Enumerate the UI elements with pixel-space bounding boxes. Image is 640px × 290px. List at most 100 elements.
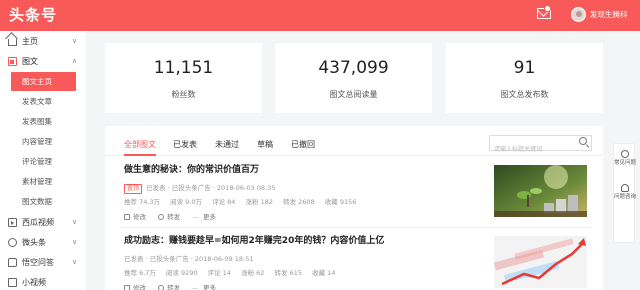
sidebar-item-mini-video[interactable]: 小视频 [0,273,86,290]
article-thumbnail[interactable] [494,236,587,288]
sidebar-sub-article-home[interactable]: 图文主页 [11,72,76,91]
chevron-up-icon: ∧ [72,57,78,65]
sidebar: 主页 ∨ 图文 ∧ 图文主页 发表文章 发表图集 内容管理 评论管理 素材管理 … [0,31,86,290]
stat-card-publications: 91 图文总发布数 [446,43,603,113]
stat-card-reads: 437,099 图文总阅读量 [275,43,432,113]
sidebar-item-label: 西瓜视频 [22,218,54,227]
share-button[interactable]: 转发 [158,283,180,290]
sidebar-item-label: 图文 [22,57,38,66]
more-icon: ··· [192,215,198,222]
sidebar-sub-material-management[interactable]: 素材管理 [11,172,76,191]
share-icon [158,285,165,290]
article-actions: 修改 转发 ··· 更多 [124,212,226,224]
sidebar-item-label: 悟空问答 [22,258,54,267]
stat-comments: 评论 14 [207,269,232,277]
article-status: 已发表 · 已投头条广告 · 2018-06-03 08:35 [146,184,276,192]
sidebar-item-label: 小视频 [22,278,46,287]
article-stats: 推荐 6.7万 阅读 9290 评论 14 涨粉 62 转发 615 收藏 14 [124,268,343,278]
sidebar-sub-publish-article[interactable]: 发表文章 [11,92,76,111]
more-button[interactable]: ··· 更多 [192,283,216,290]
stat-recommend: 推荐 6.7万 [124,269,156,277]
sidebar-sub-publish-gallery[interactable]: 发表图集 [11,112,76,131]
stat-new-followers: 涨粉 182 [245,198,274,206]
search-input[interactable] [490,142,565,157]
search-box[interactable] [489,135,592,157]
article-actions: 修改 转发 ··· 更多 [124,283,226,290]
chevron-down-icon: ∨ [72,37,78,45]
chevron-down-icon: ∨ [72,238,78,246]
avatar[interactable] [571,7,586,22]
share-label: 转发 [167,284,181,290]
sidebar-sub-comment-management[interactable]: 评论管理 [11,152,76,171]
help-icon [621,150,629,158]
active-tab-indicator [124,154,156,156]
headset-icon [621,184,629,192]
home-icon [8,39,17,46]
tab-all-articles[interactable]: 全部图文 [124,139,156,151]
sidebar-item-articles[interactable]: 图文 ∧ [0,52,86,71]
share-button[interactable]: 转发 [158,212,180,222]
stat-label: 图文总发布数 [500,90,549,99]
stat-favorites: 收藏 9156 [324,198,357,206]
search-icon[interactable] [579,137,587,145]
more-label: 更多 [202,284,216,290]
stat-label: 图文总阅读量 [329,90,378,99]
article-title[interactable]: 做生意的秘诀：你的常识价值百万 [124,164,259,177]
sidebar-item-label: 微头条 [22,238,46,247]
top-header: 头条号 发现生腾科 [0,0,640,31]
sidebar-item-wukong-qa[interactable]: 悟空问答 ∨ [0,253,86,272]
article-thumbnail[interactable] [494,165,587,217]
article-stats: 推荐 74.3万 阅读 9.0万 评论 84 涨粉 182 转发 2608 收藏… [124,197,364,207]
faq-label: 常见问题 [614,160,637,166]
sidebar-item-label: 主页 [22,37,38,46]
tab-drafts[interactable]: 草稿 [257,139,273,151]
tab-published[interactable]: 已发表 [173,139,197,151]
username[interactable]: 发现生腾科 [590,9,628,21]
edit-button[interactable]: 修改 [124,283,146,290]
chevron-down-icon: ∨ [72,258,78,266]
edit-icon [124,285,130,290]
stat-shares: 转发 2608 [283,198,315,206]
more-icon: ··· [192,286,198,290]
article-meta: 已发表 · 已投头条广告 · 2018-06-09 18:51 [124,255,254,263]
article-row: 做生意的秘诀：你的常识价值百万 置顶 已发表 · 已投头条广告 · 2018-06… [105,157,603,228]
article-row: 成功励志：赚钱要趁早=如何用2年赚完20年的钱？内容价值上亿 已发表 · 已投头… [105,228,603,290]
video-icon [8,218,17,227]
consult-button[interactable]: 问题咨询 [614,184,636,201]
stat-value: 91 [513,58,536,78]
stat-reads: 阅读 9290 [165,269,198,277]
more-button[interactable]: ··· 更多 [192,212,216,224]
article-panel: 全部图文 已发表 未通过 草稿 已撤回 做生意的秘诀：你的常识价值百万 置顶已发… [105,126,603,290]
more-label: 更多 [202,213,216,221]
sidebar-sub-article-data[interactable]: 图文数据 [11,192,76,211]
stat-reads: 阅读 9.0万 [170,198,203,206]
stat-card-followers: 11,151 粉丝数 [105,43,262,113]
stat-recommend: 推荐 74.3万 [124,198,161,206]
stat-label: 粉丝数 [171,90,196,99]
logo[interactable]: 头条号 [9,5,57,25]
stat-comments: 评论 84 [212,198,236,206]
edit-label: 修改 [133,213,146,221]
chevron-down-icon: ∨ [72,218,78,226]
stat-new-followers: 涨粉 62 [241,269,265,277]
stat-shares: 转发 615 [274,269,302,277]
edit-button[interactable]: 修改 [124,212,146,222]
stat-favorites: 收藏 14 [312,269,336,277]
mini-video-icon [8,278,17,287]
sidebar-sub-content-management[interactable]: 内容管理 [11,132,76,151]
edit-label: 修改 [133,284,146,290]
sidebar-item-micro-headline[interactable]: 微头条 ∨ [0,233,86,252]
stat-value: 437,099 [318,58,389,78]
notification-badge [544,5,551,12]
document-icon [8,57,17,66]
consult-label: 问题咨询 [614,194,637,200]
faq-button[interactable]: 常见问题 [614,150,636,167]
qa-icon [8,258,17,267]
sidebar-item-home[interactable]: 主页 ∨ [0,32,86,51]
tab-withdrawn[interactable]: 已撤回 [291,139,315,151]
sidebar-item-xigua-video[interactable]: 西瓜视频 ∨ [0,213,86,232]
article-title[interactable]: 成功励志：赚钱要趁早=如何用2年赚完20年的钱？内容价值上亿 [124,235,384,248]
floating-help-panel: 常见问题 问题咨询 [613,143,636,243]
edit-icon [124,214,130,220]
tab-rejected[interactable]: 未通过 [215,139,239,151]
